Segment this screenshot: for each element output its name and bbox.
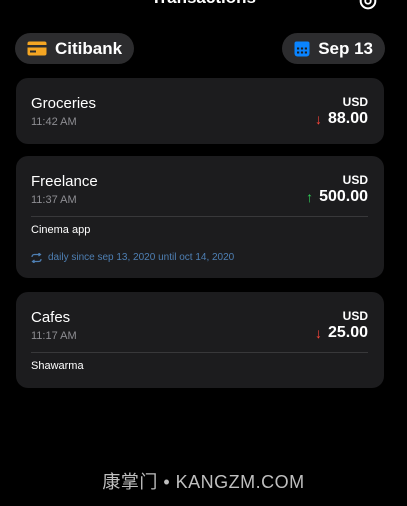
transaction-card[interactable]: Groceries 11:42 AM USD ↓ 88.00 bbox=[16, 78, 384, 144]
page-title: Transactions bbox=[0, 0, 407, 8]
transaction-amount-row: ↑ 500.00 bbox=[306, 188, 368, 206]
account-selector[interactable]: Citibank bbox=[15, 33, 135, 64]
transaction-time: 11:42 AM bbox=[31, 116, 77, 128]
gear-icon[interactable] bbox=[357, 0, 379, 12]
date-label: Sep 13 bbox=[318, 38, 373, 58]
arrow-down-icon: ↓ bbox=[314, 111, 322, 127]
transaction-note: Shawarma bbox=[31, 360, 84, 372]
transaction-time: 11:17 AM bbox=[31, 330, 77, 342]
transaction-card[interactable]: Freelance 11:37 AM USD ↑ 500.00 Cinema a… bbox=[16, 156, 384, 278]
arrow-down-icon: ↓ bbox=[314, 325, 322, 341]
divider bbox=[31, 352, 368, 353]
transaction-amount-row: ↓ 25.00 bbox=[315, 324, 368, 342]
transaction-currency: USD bbox=[342, 173, 368, 187]
transaction-amount-row: ↓ 88.00 bbox=[315, 110, 368, 128]
divider bbox=[31, 216, 368, 217]
transaction-title: Cafes bbox=[31, 309, 71, 326]
repeat-icon bbox=[31, 252, 42, 263]
transaction-currency: USD bbox=[342, 95, 368, 109]
credit-card-icon bbox=[27, 41, 47, 56]
account-name: Citibank bbox=[55, 38, 123, 58]
transaction-note: Cinema app bbox=[31, 224, 91, 236]
recurrence-info: daily since sep 13, 2020 until oct 14, 2… bbox=[31, 252, 234, 263]
transaction-title: Groceries bbox=[31, 95, 97, 112]
transaction-amount: 25.00 bbox=[327, 324, 368, 341]
recurrence-text: daily since sep 13, 2020 until oct 14, 2… bbox=[48, 252, 235, 263]
transaction-amount: 88.00 bbox=[327, 110, 368, 127]
arrow-up-icon: ↑ bbox=[306, 189, 314, 205]
date-selector[interactable]: Sep 13 bbox=[282, 33, 385, 64]
transaction-time: 11:37 AM bbox=[31, 194, 77, 206]
transactions-screen: Transactions Citibank Sep 13 Groceries 1… bbox=[0, 0, 407, 506]
transaction-title: Freelance bbox=[31, 173, 98, 190]
transaction-card[interactable]: Cafes 11:17 AM USD ↓ 25.00 Shawarma bbox=[16, 292, 384, 388]
transaction-currency: USD bbox=[342, 309, 368, 323]
transaction-amount: 500.00 bbox=[319, 188, 368, 205]
watermark: 康掌门 • KANGZM.COM bbox=[102, 472, 305, 492]
calendar-icon bbox=[294, 41, 310, 56]
